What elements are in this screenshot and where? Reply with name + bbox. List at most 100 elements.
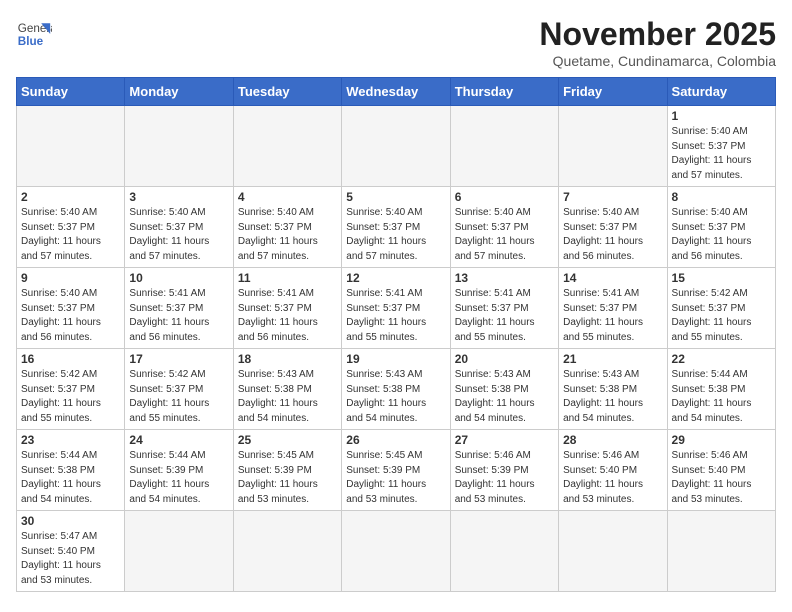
day-number: 24 [129, 433, 228, 447]
weekday-monday: Monday [125, 78, 233, 106]
day-cell [17, 106, 125, 187]
day-number: 18 [238, 352, 337, 366]
day-number: 1 [672, 109, 771, 123]
week-row-1: 2 Sunrise: 5:40 AM Sunset: 5:37 PM Daylig… [17, 187, 776, 268]
day-cell: 18 Sunrise: 5:43 AM Sunset: 5:38 PM Dayli… [233, 349, 341, 430]
day-info: Sunrise: 5:41 AM Sunset: 5:37 PM Dayligh… [346, 287, 445, 345]
day-cell: 13 Sunrise: 5:41 AM Sunset: 5:37 PM Dayli… [450, 268, 558, 349]
day-number: 23 [21, 433, 120, 447]
day-number: 9 [21, 271, 120, 285]
week-row-5: 30 Sunrise: 5:47 AM Sunset: 5:40 PM Dayli… [17, 511, 776, 592]
day-number: 16 [21, 352, 120, 366]
day-number: 3 [129, 190, 228, 204]
day-cell: 9 Sunrise: 5:40 AM Sunset: 5:37 PM Daylig… [17, 268, 125, 349]
day-cell [559, 106, 667, 187]
day-number: 17 [129, 352, 228, 366]
weekday-thursday: Thursday [450, 78, 558, 106]
day-info: Sunrise: 5:40 AM Sunset: 5:37 PM Dayligh… [672, 125, 771, 183]
day-number: 4 [238, 190, 337, 204]
day-cell [125, 511, 233, 592]
day-number: 12 [346, 271, 445, 285]
day-info: Sunrise: 5:46 AM Sunset: 5:39 PM Dayligh… [455, 449, 554, 507]
week-row-4: 23Sunrise: 5:44 AM Sunset: 5:38 PM Dayli… [17, 430, 776, 511]
day-cell: 21 Sunrise: 5:43 AM Sunset: 5:38 PM Dayli… [559, 349, 667, 430]
day-info: Sunrise: 5:45 AM Sunset: 5:39 PM Dayligh… [238, 449, 337, 507]
page-header: General Blue November 2025 Quetame, Cund… [16, 16, 776, 69]
day-info: Sunrise: 5:43 AM Sunset: 5:38 PM Dayligh… [455, 368, 554, 426]
day-info: Sunrise: 5:47 AM Sunset: 5:40 PM Dayligh… [21, 530, 120, 588]
week-row-2: 9 Sunrise: 5:40 AM Sunset: 5:37 PM Daylig… [17, 268, 776, 349]
day-info: Sunrise: 5:40 AM Sunset: 5:37 PM Dayligh… [672, 206, 771, 264]
day-cell [342, 511, 450, 592]
day-cell: 26 Sunrise: 5:45 AM Sunset: 5:39 PM Dayli… [342, 430, 450, 511]
title-block: November 2025 Quetame, Cundinamarca, Col… [539, 16, 776, 69]
day-cell: 17 Sunrise: 5:42 AM Sunset: 5:37 PM Dayli… [125, 349, 233, 430]
day-info: Sunrise: 5:44 AM Sunset: 5:38 PM Dayligh… [672, 368, 771, 426]
day-cell: 4 Sunrise: 5:40 AM Sunset: 5:37 PM Daylig… [233, 187, 341, 268]
day-info: Sunrise: 5:42 AM Sunset: 5:37 PM Dayligh… [129, 368, 228, 426]
day-info: Sunrise: 5:40 AM Sunset: 5:37 PM Dayligh… [455, 206, 554, 264]
day-number: 29 [672, 433, 771, 447]
day-number: 26 [346, 433, 445, 447]
day-cell: 30 Sunrise: 5:47 AM Sunset: 5:40 PM Dayli… [17, 511, 125, 592]
day-info: Sunrise: 5:45 AM Sunset: 5:39 PM Dayligh… [346, 449, 445, 507]
day-cell: 24 Sunrise: 5:44 AM Sunset: 5:39 PM Dayli… [125, 430, 233, 511]
day-info: Sunrise: 5:42 AM Sunset: 5:37 PM Dayligh… [672, 287, 771, 345]
day-info: Sunrise: 5:41 AM Sunset: 5:37 PM Dayligh… [238, 287, 337, 345]
day-cell: 5 Sunrise: 5:40 AM Sunset: 5:37 PM Daylig… [342, 187, 450, 268]
day-number: 15 [672, 271, 771, 285]
day-number: 20 [455, 352, 554, 366]
day-info: Sunrise: 5:42 AM Sunset: 5:37 PM Dayligh… [21, 368, 120, 426]
day-number: 21 [563, 352, 662, 366]
day-info: Sunrise: 5:46 AM Sunset: 5:40 PM Dayligh… [672, 449, 771, 507]
day-cell: 20 Sunrise: 5:43 AM Sunset: 5:38 PM Dayli… [450, 349, 558, 430]
day-cell: 7Sunrise: 5:40 AM Sunset: 5:37 PM Daylig… [559, 187, 667, 268]
logo-icon: General Blue [16, 16, 52, 52]
day-number: 25 [238, 433, 337, 447]
day-cell [233, 511, 341, 592]
day-cell: 16 Sunrise: 5:42 AM Sunset: 5:37 PM Dayli… [17, 349, 125, 430]
day-cell [342, 106, 450, 187]
day-number: 22 [672, 352, 771, 366]
logo: General Blue [16, 16, 52, 52]
day-cell: 10Sunrise: 5:41 AM Sunset: 5:37 PM Dayli… [125, 268, 233, 349]
day-info: Sunrise: 5:40 AM Sunset: 5:37 PM Dayligh… [21, 206, 120, 264]
day-cell: 19Sunrise: 5:43 AM Sunset: 5:38 PM Dayli… [342, 349, 450, 430]
day-info: Sunrise: 5:44 AM Sunset: 5:39 PM Dayligh… [129, 449, 228, 507]
day-info: Sunrise: 5:41 AM Sunset: 5:37 PM Dayligh… [563, 287, 662, 345]
day-cell [125, 106, 233, 187]
location: Quetame, Cundinamarca, Colombia [539, 53, 776, 69]
calendar: SundayMondayTuesdayWednesdayThursdayFrid… [16, 77, 776, 592]
day-cell: 2 Sunrise: 5:40 AM Sunset: 5:37 PM Daylig… [17, 187, 125, 268]
day-cell: 27Sunrise: 5:46 AM Sunset: 5:39 PM Dayli… [450, 430, 558, 511]
day-number: 6 [455, 190, 554, 204]
day-cell [450, 511, 558, 592]
weekday-wednesday: Wednesday [342, 78, 450, 106]
day-cell: 29 Sunrise: 5:46 AM Sunset: 5:40 PM Dayli… [667, 430, 775, 511]
month-title: November 2025 [539, 16, 776, 53]
day-number: 30 [21, 514, 120, 528]
day-info: Sunrise: 5:40 AM Sunset: 5:37 PM Dayligh… [563, 206, 662, 264]
day-info: Sunrise: 5:40 AM Sunset: 5:37 PM Dayligh… [21, 287, 120, 345]
day-cell [450, 106, 558, 187]
day-info: Sunrise: 5:40 AM Sunset: 5:37 PM Dayligh… [238, 206, 337, 264]
day-cell: 25 Sunrise: 5:45 AM Sunset: 5:39 PM Dayli… [233, 430, 341, 511]
week-row-0: 1 Sunrise: 5:40 AM Sunset: 5:37 PM Daylig… [17, 106, 776, 187]
day-number: 13 [455, 271, 554, 285]
week-row-3: 16 Sunrise: 5:42 AM Sunset: 5:37 PM Dayli… [17, 349, 776, 430]
day-cell: 1 Sunrise: 5:40 AM Sunset: 5:37 PM Daylig… [667, 106, 775, 187]
day-cell: 15 Sunrise: 5:42 AM Sunset: 5:37 PM Dayli… [667, 268, 775, 349]
day-cell: 22 Sunrise: 5:44 AM Sunset: 5:38 PM Dayli… [667, 349, 775, 430]
day-number: 5 [346, 190, 445, 204]
day-info: Sunrise: 5:43 AM Sunset: 5:38 PM Dayligh… [238, 368, 337, 426]
day-cell: 3Sunrise: 5:40 AM Sunset: 5:37 PM Daylig… [125, 187, 233, 268]
weekday-header-row: SundayMondayTuesdayWednesdayThursdayFrid… [17, 78, 776, 106]
day-cell [233, 106, 341, 187]
day-info: Sunrise: 5:40 AM Sunset: 5:37 PM Dayligh… [346, 206, 445, 264]
day-number: 2 [21, 190, 120, 204]
day-cell: 8 Sunrise: 5:40 AM Sunset: 5:37 PM Daylig… [667, 187, 775, 268]
weekday-saturday: Saturday [667, 78, 775, 106]
day-number: 8 [672, 190, 771, 204]
day-info: Sunrise: 5:43 AM Sunset: 5:38 PM Dayligh… [563, 368, 662, 426]
day-info: Sunrise: 5:41 AM Sunset: 5:37 PM Dayligh… [455, 287, 554, 345]
